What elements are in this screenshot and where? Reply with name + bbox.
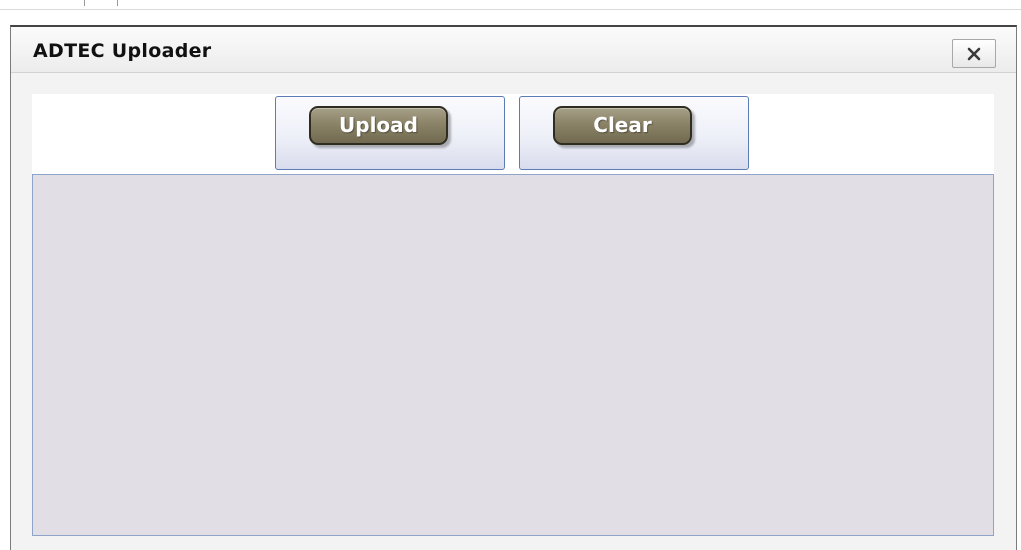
clear-button-label: Clear	[593, 112, 652, 137]
upload-button-label: Upload	[339, 112, 418, 137]
clear-button[interactable]: Clear	[519, 96, 749, 170]
close-icon	[967, 47, 981, 60]
uploader-toolbar: Upload Clear	[32, 94, 994, 174]
upload-button-pill[interactable]: Upload	[309, 106, 448, 145]
upload-button[interactable]: Upload	[275, 96, 505, 170]
top-strip	[0, 0, 1021, 10]
dialog-title: ADTEC Uploader	[33, 40, 212, 62]
close-button[interactable]	[952, 39, 996, 68]
uploader-dialog: ADTEC Uploader Upload Clear	[10, 25, 1017, 550]
clear-button-pill[interactable]: Clear	[553, 106, 692, 145]
top-tick	[117, 0, 118, 6]
dialog-titlebar: ADTEC Uploader	[11, 27, 1016, 73]
page: ADTEC Uploader Upload Clear	[0, 0, 1021, 550]
file-list-area[interactable]	[32, 174, 994, 536]
top-tick	[84, 0, 85, 6]
